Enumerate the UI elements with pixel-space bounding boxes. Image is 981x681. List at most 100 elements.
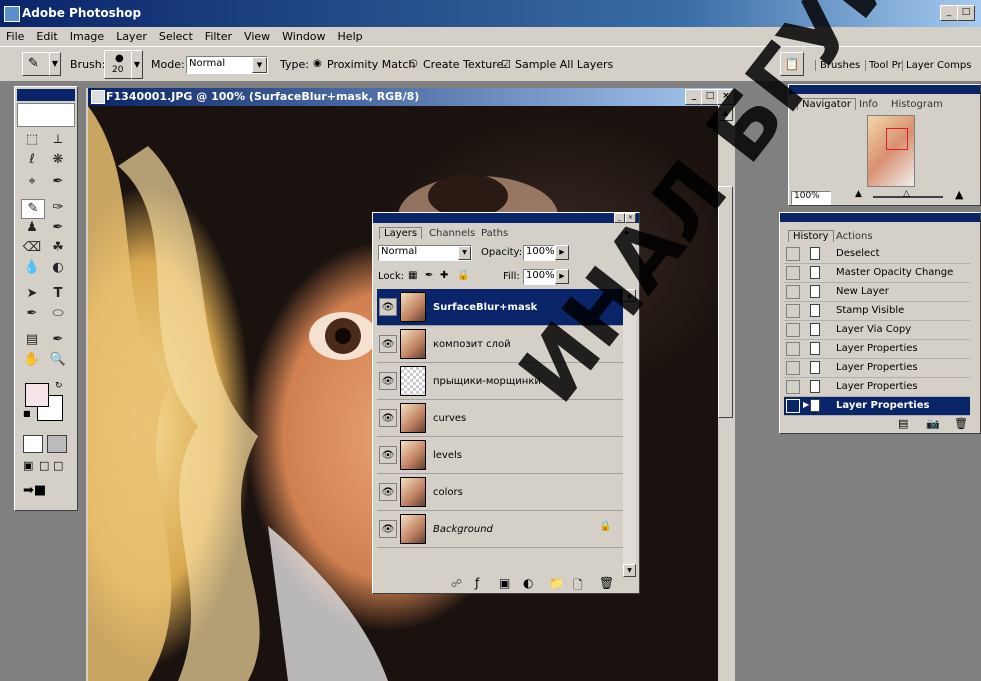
mode-select[interactable]: Normal ▼ xyxy=(186,56,268,74)
blend-mode-select[interactable]: Normal ▼ xyxy=(378,245,472,261)
path-selection-tool-icon[interactable]: ➤ xyxy=(21,285,43,303)
navigator-view-box[interactable] xyxy=(886,128,908,150)
history-item[interactable]: Layer Properties xyxy=(784,359,970,378)
magic-wand-tool-icon[interactable]: ❋ xyxy=(47,151,69,169)
eyedropper-tool-icon[interactable]: ✒ xyxy=(47,331,69,349)
tab-history[interactable]: History xyxy=(788,230,834,242)
screen-mode-full-icon[interactable]: □ xyxy=(53,459,63,472)
history-brush-source-box[interactable] xyxy=(786,323,800,337)
layer-mask-icon[interactable]: ▣ xyxy=(499,576,510,590)
jump-to-imageready-icon[interactable]: ➡■ xyxy=(23,483,46,498)
history-brush-source-box[interactable] xyxy=(786,247,800,261)
lasso-tool-icon[interactable]: ℓ xyxy=(21,151,43,169)
new-group-icon[interactable]: 📁 xyxy=(549,576,564,590)
lock-position-icon[interactable]: ✚ xyxy=(440,270,448,281)
slice-tool-icon[interactable]: ✒ xyxy=(47,173,69,191)
zoom-slider-thumb[interactable]: △ xyxy=(903,189,910,199)
pen-tool-icon[interactable]: ✒ xyxy=(21,305,43,323)
eye-icon[interactable]: 👁 xyxy=(379,335,397,353)
tab-info[interactable]: Info xyxy=(859,99,878,110)
notes-tool-icon[interactable]: ▤ xyxy=(21,331,43,349)
history-item[interactable]: Layer Properties xyxy=(784,378,970,397)
lock-image-icon[interactable]: ✒ xyxy=(425,270,433,281)
tool-preset-dropdown[interactable]: ▼ xyxy=(49,52,61,76)
restore-button[interactable]: □ xyxy=(957,5,975,21)
menu-help[interactable]: Help xyxy=(332,27,369,43)
new-snapshot-icon[interactable]: 📷 xyxy=(926,417,940,430)
zoom-tool-icon[interactable]: 🔍 xyxy=(47,351,69,369)
hand-tool-icon[interactable]: ✋ xyxy=(21,351,43,369)
screen-mode-standard-icon[interactable]: ▣ xyxy=(23,459,33,472)
menu-window[interactable]: Window xyxy=(276,27,331,43)
default-colors-icon[interactable]: ■ xyxy=(23,409,31,418)
paint-bucket-tool-icon[interactable]: ☘ xyxy=(47,239,69,257)
brush-dropdown[interactable]: ▼ xyxy=(131,50,143,79)
healing-brush-tool-icon[interactable]: ✎ xyxy=(21,199,45,219)
eye-icon[interactable]: 👁 xyxy=(379,298,397,316)
link-layers-icon[interactable]: ☍ xyxy=(451,577,462,590)
layer-row[interactable]: 👁 Background 🔒 xyxy=(377,511,623,548)
eye-icon[interactable]: 👁 xyxy=(379,409,397,427)
fill-input[interactable]: 100% xyxy=(523,269,555,285)
zoom-in-icon[interactable]: ▲ xyxy=(955,188,963,201)
menu-select[interactable]: Select xyxy=(153,27,199,43)
brush-tool-icon[interactable]: ✑ xyxy=(47,199,69,217)
move-tool-icon[interactable]: ⟂ xyxy=(47,131,69,149)
navigator-thumbnail[interactable] xyxy=(867,115,915,187)
tab-paths[interactable]: Paths xyxy=(481,228,508,239)
history-brush-source-box[interactable] xyxy=(786,285,800,299)
palette-tab-tool-presets[interactable]: Tool Pr xyxy=(865,60,902,71)
tab-channels[interactable]: Channels xyxy=(429,228,475,239)
eye-icon[interactable]: 👁 xyxy=(379,483,397,501)
menu-file[interactable]: File xyxy=(0,27,30,43)
tab-histogram[interactable]: Histogram xyxy=(891,99,943,110)
radio-create-texture[interactable]: ○ xyxy=(409,58,418,69)
history-brush-tool-icon[interactable]: ✒ xyxy=(47,219,69,237)
dodge-tool-icon[interactable]: ◐ xyxy=(47,259,69,277)
quick-mask-mode-icon[interactable] xyxy=(47,435,67,453)
new-document-from-state-icon[interactable]: ▤ xyxy=(898,417,908,430)
history-item[interactable]: Stamp Visible xyxy=(784,302,970,321)
tab-actions[interactable]: Actions xyxy=(836,231,873,242)
history-brush-source-box[interactable] xyxy=(786,342,800,356)
menu-view[interactable]: View xyxy=(238,27,276,43)
trash-icon[interactable]: 🗑 xyxy=(954,417,968,430)
sample-all-layers-checkbox[interactable]: ☑ xyxy=(501,58,511,71)
new-layer-icon[interactable]: 🗋 xyxy=(573,576,583,597)
screen-mode-full-menu-icon[interactable]: □ xyxy=(39,459,49,472)
history-item[interactable]: New Layer xyxy=(784,283,970,302)
layer-row[interactable]: 👁 colors xyxy=(377,474,623,511)
menu-edit[interactable]: Edit xyxy=(30,27,63,43)
zoom-input[interactable]: 100% xyxy=(791,191,831,205)
history-brush-source-box[interactable] xyxy=(786,304,800,318)
adobe-feather-icon[interactable] xyxy=(17,103,75,127)
brush-picker[interactable]: ● 20 xyxy=(104,50,132,79)
history-item[interactable]: Layer Properties xyxy=(784,340,970,359)
standard-mode-icon[interactable] xyxy=(23,435,43,453)
lock-all-icon[interactable]: 🔒 xyxy=(457,270,469,281)
tool-preset-picker[interactable]: ✎ xyxy=(22,52,50,76)
clone-stamp-tool-icon[interactable]: ♟ xyxy=(21,219,43,237)
lock-transparency-icon[interactable]: ▦ xyxy=(408,270,417,281)
type-tool-icon[interactable]: T xyxy=(47,285,69,303)
history-item[interactable]: ▶ Layer Properties xyxy=(784,397,970,416)
marquee-tool-icon[interactable]: ⬚ xyxy=(21,131,43,149)
history-item[interactable]: Deselect xyxy=(784,245,970,264)
blur-tool-icon[interactable]: 💧 xyxy=(21,259,43,277)
history-item[interactable]: Master Opacity Change xyxy=(784,264,970,283)
swap-colors-icon[interactable]: ↻ xyxy=(55,381,63,391)
shape-tool-icon[interactable]: ⬭ xyxy=(47,305,69,323)
zoom-out-icon[interactable]: ▲ xyxy=(855,189,862,199)
minimize-button[interactable]: _ xyxy=(940,5,958,21)
radio-proximity-match[interactable]: ◉ xyxy=(313,58,322,69)
eye-icon[interactable]: 👁 xyxy=(379,520,397,538)
history-item[interactable]: Layer Via Copy xyxy=(784,321,970,340)
layer-row[interactable]: 👁 levels xyxy=(377,437,623,474)
history-brush-source-box[interactable] xyxy=(786,399,800,413)
history-brush-source-box[interactable] xyxy=(786,380,800,394)
history-brush-source-box[interactable] xyxy=(786,266,800,280)
menu-filter[interactable]: Filter xyxy=(199,27,238,43)
eye-icon[interactable]: 👁 xyxy=(379,446,397,464)
tab-layers[interactable]: Layers xyxy=(379,227,423,239)
palette-tab-layer-comps[interactable]: Layer Comps xyxy=(902,60,971,71)
